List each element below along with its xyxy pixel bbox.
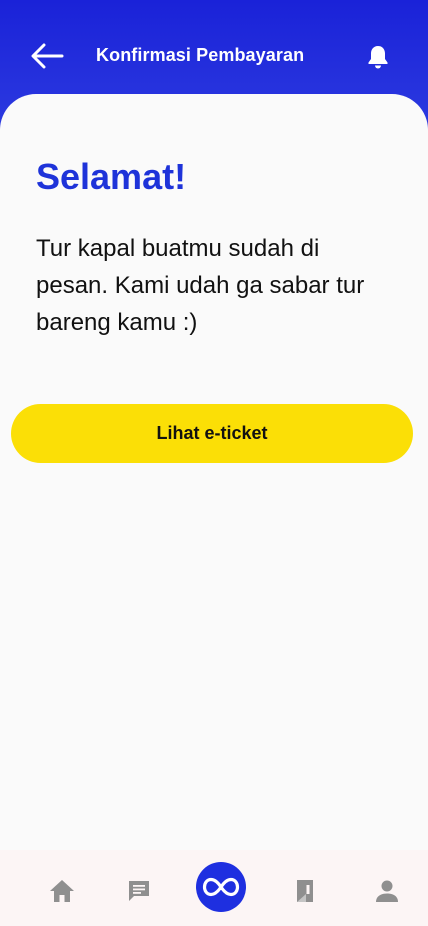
confirmation-message: Tur kapal buatmu sudah di pesan. Kami ud… xyxy=(36,235,365,336)
nav-profile[interactable] xyxy=(372,876,402,906)
nav-tickets[interactable] xyxy=(290,876,320,906)
success-headline: Selamat! xyxy=(36,156,187,197)
page-title: Konfirmasi Pembayaran xyxy=(96,45,305,65)
chat-icon xyxy=(129,881,149,901)
home-icon xyxy=(50,880,74,902)
profile-icon xyxy=(376,880,398,902)
bell-icon xyxy=(368,46,388,69)
nav-center-button[interactable] xyxy=(196,862,246,912)
infinity-icon xyxy=(202,877,240,897)
notification-button[interactable] xyxy=(364,42,392,72)
nav-home[interactable] xyxy=(47,876,77,906)
receipt-icon xyxy=(297,880,313,902)
nav-chat[interactable] xyxy=(124,876,154,906)
arrow-left-icon xyxy=(31,43,64,69)
content-card: Selamat! Tur kapal buatmu sudah di pesan… xyxy=(0,94,428,926)
back-button[interactable] xyxy=(28,40,66,72)
bottom-navigation xyxy=(0,850,428,926)
view-eticket-button[interactable]: Lihat e-ticket xyxy=(11,404,413,463)
